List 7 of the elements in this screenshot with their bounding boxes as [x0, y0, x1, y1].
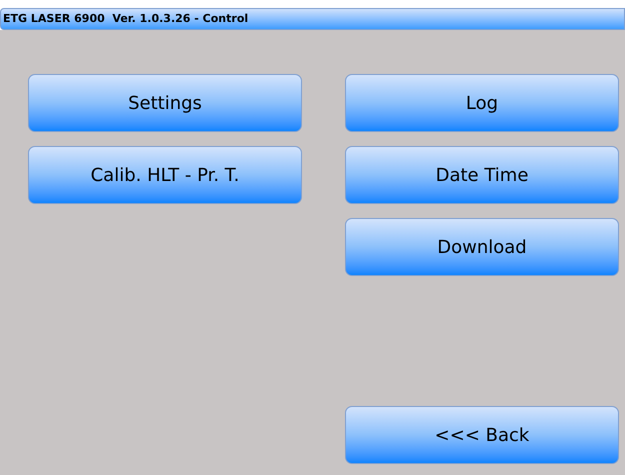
menu-button[interactable]: Date Time — [345, 146, 619, 204]
window-title: ETG LASER 6900 Ver. 1.0.3.26 - Control — [3, 10, 248, 27]
menu-button[interactable]: Calib. HLT - Pr. T. — [28, 146, 302, 204]
menu-button[interactable]: Settings — [28, 74, 302, 132]
menu-button[interactable]: Log — [345, 74, 619, 132]
back-button[interactable]: <<< Back — [345, 406, 619, 464]
menu-button[interactable]: Download — [345, 218, 619, 276]
